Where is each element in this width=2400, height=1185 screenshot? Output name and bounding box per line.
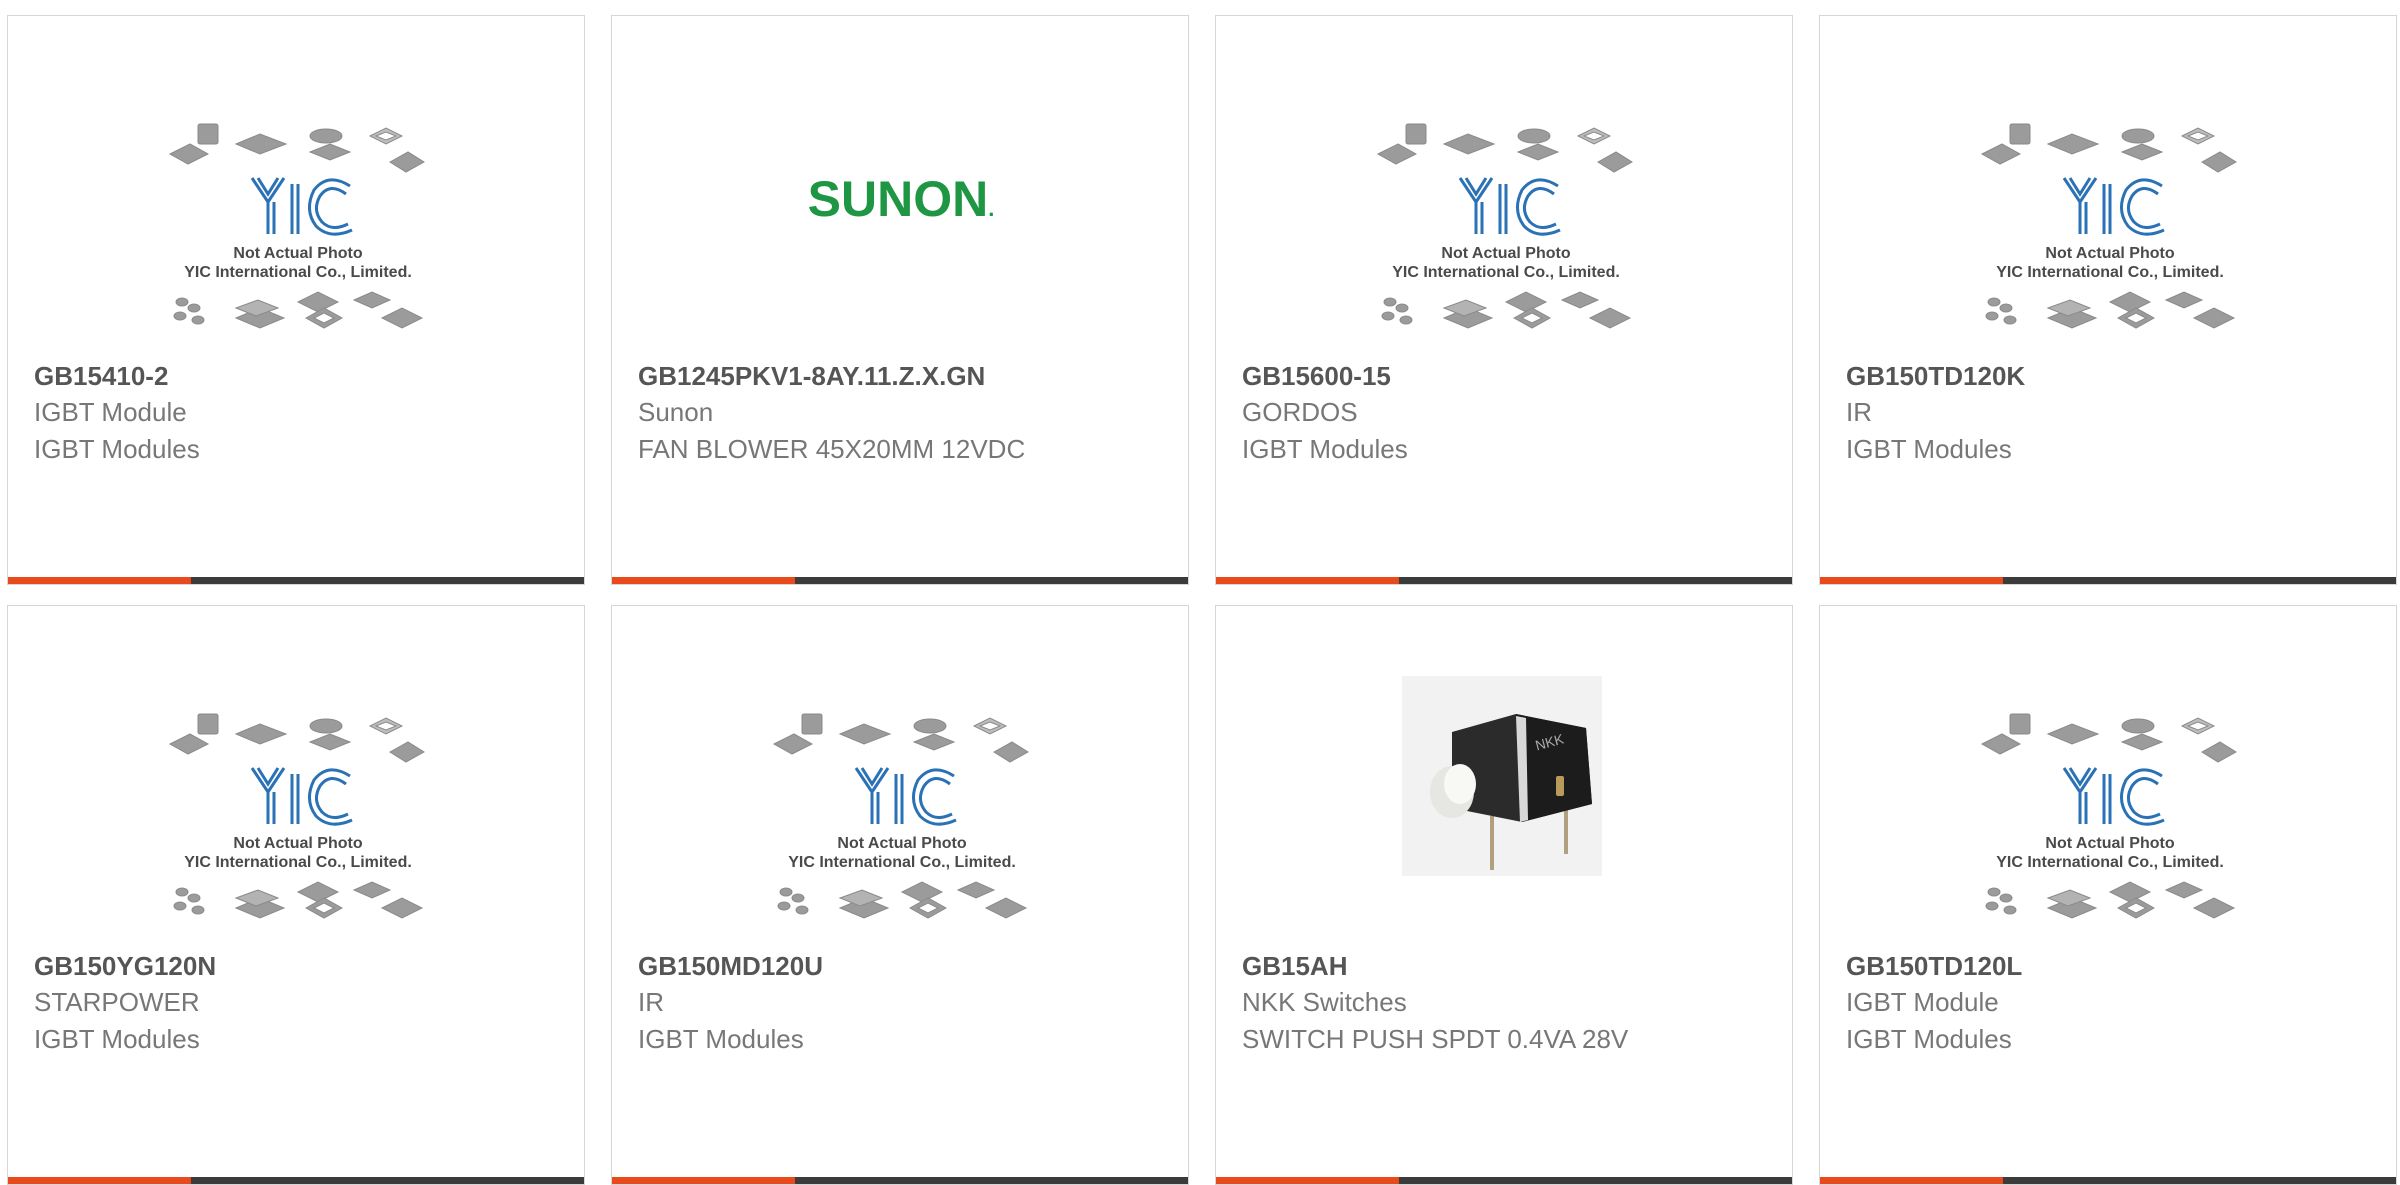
manufacturer: IGBT Module	[34, 397, 187, 427]
placeholder-caption-1: Not Actual Photo	[233, 245, 362, 262]
product-info: GB15600-15 GORDOS IGBT Modules	[1242, 358, 1782, 468]
product-info: GB1245PKV1-8AY.11.Z.X.GN Sunon FAN BLOWE…	[638, 358, 1178, 468]
card-accent-bar	[612, 1177, 795, 1184]
card-bottom-bar	[1216, 1177, 1792, 1184]
placeholder-caption-1: Not Actual Photo	[233, 835, 362, 852]
sunon-logo-text: SUNON.	[808, 171, 995, 227]
description: IGBT Modules	[638, 1024, 804, 1054]
description: FAN BLOWER 45X20MM 12VDC	[638, 434, 1026, 464]
placeholder-caption-1: Not Actual Photo	[837, 835, 966, 852]
manufacturer: IGBT Module	[1846, 987, 1999, 1017]
manufacturer: IR	[638, 987, 664, 1017]
card-bottom-bar	[612, 577, 1188, 584]
placeholder-caption-2: YIC International Co., Limited.	[184, 264, 412, 281]
product-info: GB150TD120K IR IGBT Modules	[1846, 358, 2386, 468]
manufacturer: Sunon	[638, 397, 714, 427]
product-image[interactable]: Not Actual Photo YIC International Co., …	[1820, 86, 2398, 366]
description: IGBT Modules	[34, 1024, 200, 1054]
description: IGBT Modules	[1846, 1024, 2012, 1054]
product-card[interactable]: NKK GB15AH NKK Switches SWITCH PUSH SPDT…	[1215, 605, 1793, 1185]
card-bottom-bar	[1820, 1177, 2396, 1184]
product-card[interactable]: SUNON. GB1245PKV1-8AY.11.Z.X.GN Sunon FA…	[611, 15, 1189, 585]
product-card[interactable]: Not Actual Photo YIC International Co., …	[1215, 15, 1793, 585]
not-actual-photo-placeholder: Not Actual Photo YIC International Co., …	[168, 123, 425, 329]
part-number[interactable]: GB15410-2	[34, 358, 574, 394]
push-switch-photo: NKK	[1402, 676, 1602, 876]
product-image[interactable]: Not Actual Photo YIC International Co., …	[8, 86, 586, 366]
card-bottom-bar	[1216, 577, 1792, 584]
card-accent-bar	[1216, 577, 1399, 584]
manufacturer: IR	[1846, 397, 1872, 427]
not-actual-photo-placeholder: Not Actual Photo YIC International Co., …	[772, 713, 1029, 919]
placeholder-caption-2: YIC International Co., Limited.	[788, 854, 1016, 871]
card-accent-bar	[8, 577, 191, 584]
card-accent-bar	[612, 577, 795, 584]
product-image[interactable]: NKK	[1216, 676, 1794, 956]
card-accent-bar	[1820, 1177, 2003, 1184]
part-number[interactable]: GB15600-15	[1242, 358, 1782, 394]
not-actual-photo-placeholder: Not Actual Photo YIC International Co., …	[168, 713, 425, 919]
placeholder-caption-1: Not Actual Photo	[2045, 835, 2174, 852]
manufacturer: STARPOWER	[34, 987, 200, 1017]
product-image[interactable]: Not Actual Photo YIC International Co., …	[8, 676, 586, 956]
part-number[interactable]: GB150TD120K	[1846, 358, 2386, 394]
part-number[interactable]: GB1245PKV1-8AY.11.Z.X.GN	[638, 358, 1178, 394]
card-bottom-bar	[8, 577, 584, 584]
placeholder-caption-2: YIC International Co., Limited.	[1996, 854, 2224, 871]
card-accent-bar	[1820, 577, 2003, 584]
placeholder-caption-2: YIC International Co., Limited.	[1996, 264, 2224, 281]
description: IGBT Modules	[1242, 434, 1408, 464]
product-image[interactable]: SUNON.	[612, 86, 1190, 366]
product-image[interactable]: Not Actual Photo YIC International Co., …	[612, 676, 1190, 956]
card-accent-bar	[1216, 1177, 1399, 1184]
product-card[interactable]: Not Actual Photo YIC International Co., …	[1819, 15, 2397, 585]
placeholder-caption-1: Not Actual Photo	[1441, 245, 1570, 262]
not-actual-photo-placeholder: Not Actual Photo YIC International Co., …	[1980, 123, 2237, 329]
product-card[interactable]: Not Actual Photo YIC International Co., …	[7, 15, 585, 585]
product-info: GB150TD120L IGBT Module IGBT Modules	[1846, 948, 2386, 1058]
sunon-logo: SUNON.	[808, 171, 995, 227]
card-bottom-bar	[1820, 577, 2396, 584]
product-image[interactable]: Not Actual Photo YIC International Co., …	[1216, 86, 1794, 366]
not-actual-photo-placeholder: Not Actual Photo YIC International Co., …	[1376, 123, 1633, 329]
not-actual-photo-placeholder: Not Actual Photo YIC International Co., …	[1980, 713, 2237, 919]
product-info: GB150YG120N STARPOWER IGBT Modules	[34, 948, 574, 1058]
description: IGBT Modules	[1846, 434, 2012, 464]
card-bottom-bar	[8, 1177, 584, 1184]
card-accent-bar	[8, 1177, 191, 1184]
part-number[interactable]: GB15AH	[1242, 948, 1782, 984]
description: IGBT Modules	[34, 434, 200, 464]
part-number[interactable]: GB150TD120L	[1846, 948, 2386, 984]
description: SWITCH PUSH SPDT 0.4VA 28V	[1242, 1024, 1629, 1054]
card-bottom-bar	[612, 1177, 1188, 1184]
product-card[interactable]: Not Actual Photo YIC International Co., …	[611, 605, 1189, 1185]
product-card[interactable]: Not Actual Photo YIC International Co., …	[7, 605, 585, 1185]
placeholder-caption-2: YIC International Co., Limited.	[1392, 264, 1620, 281]
manufacturer: GORDOS	[1242, 397, 1358, 427]
placeholder-caption-2: YIC International Co., Limited.	[184, 854, 412, 871]
product-info: GB150MD120U IR IGBT Modules	[638, 948, 1178, 1058]
product-grid: Not Actual Photo YIC International Co., …	[0, 0, 2400, 1185]
product-info: GB15AH NKK Switches SWITCH PUSH SPDT 0.4…	[1242, 948, 1782, 1058]
part-number[interactable]: GB150MD120U	[638, 948, 1178, 984]
part-number[interactable]: GB150YG120N	[34, 948, 574, 984]
placeholder-caption-1: Not Actual Photo	[2045, 245, 2174, 262]
product-image[interactable]: Not Actual Photo YIC International Co., …	[1820, 676, 2398, 956]
product-card[interactable]: Not Actual Photo YIC International Co., …	[1819, 605, 2397, 1185]
product-info: GB15410-2 IGBT Module IGBT Modules	[34, 358, 574, 468]
manufacturer: NKK Switches	[1242, 987, 1407, 1017]
